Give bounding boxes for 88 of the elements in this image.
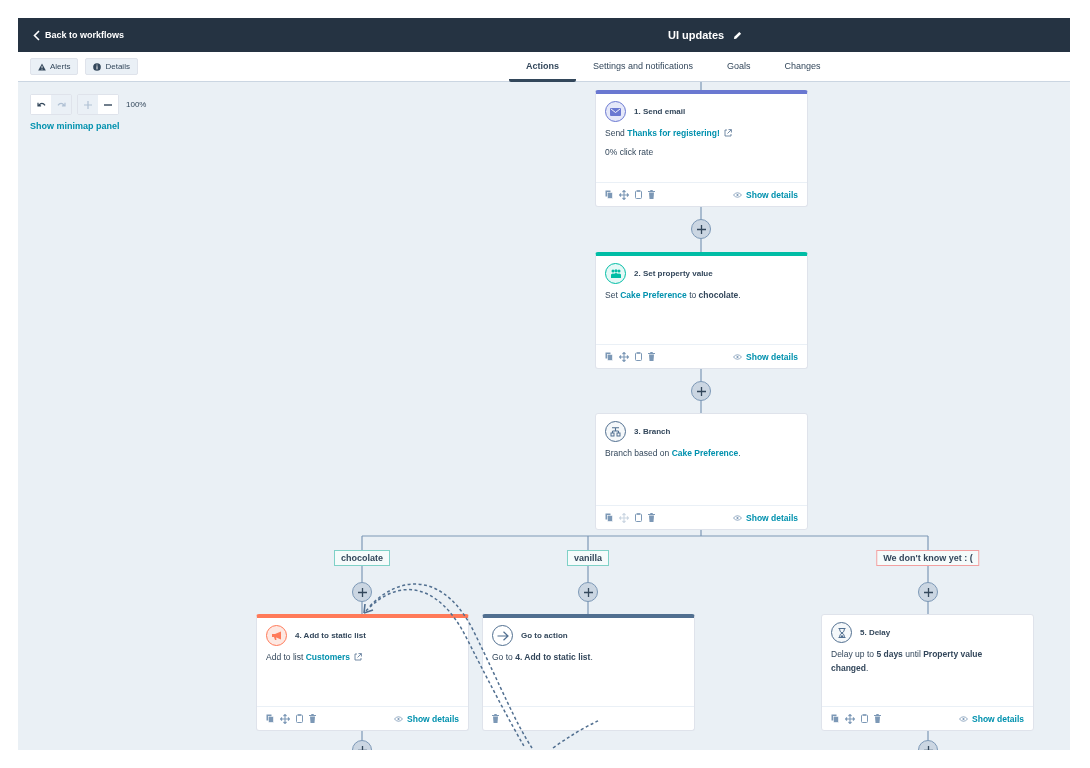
action-title: 1. Send email	[634, 107, 686, 116]
copy-icon[interactable]	[605, 352, 613, 361]
chevron-left-icon	[33, 29, 40, 41]
eye-icon	[394, 715, 404, 722]
eye-icon	[733, 353, 743, 360]
zoom-level: 100%	[126, 100, 147, 109]
plus-icon	[696, 386, 706, 396]
property-link[interactable]: Customers	[305, 652, 363, 662]
move-icon[interactable]	[619, 189, 629, 200]
action-description: Delay up to 5 days until Property value changed.	[831, 648, 984, 675]
action-description: Go to 4. Add to static list.	[492, 651, 594, 664]
add-step-button[interactable]	[352, 582, 372, 602]
alerts-button[interactable]: Alerts	[30, 58, 79, 75]
add-step-button[interactable]	[918, 582, 938, 602]
action-description: Branch based on Cake Preference.	[605, 447, 742, 460]
clipboard-icon[interactable]	[296, 714, 303, 723]
back-link[interactable]: Back to workflows	[33, 29, 125, 41]
copy-icon[interactable]	[605, 513, 613, 522]
plus-icon	[696, 224, 706, 234]
action-card[interactable]: 5. Delay Delay up to 5 days until Property value changed. Show details	[821, 614, 1034, 731]
action-title: 4. Add to static list	[295, 631, 366, 640]
action-title: 2. Set property value	[634, 269, 713, 278]
branch-label: chocolate	[334, 550, 390, 566]
move-icon[interactable]	[619, 351, 629, 362]
action-card[interactable]: 4. Add to static list Add to list Customers Show details	[256, 614, 469, 731]
property-link[interactable]: Thanks for registering!	[627, 128, 732, 138]
action-description: Add to list Customers	[266, 651, 432, 665]
clipboard-icon[interactable]	[635, 190, 642, 199]
plus-icon	[923, 587, 933, 597]
action-title: 5. Delay	[860, 628, 891, 637]
branch-icon	[605, 421, 626, 442]
action-description: Send Thanks for registering!	[605, 127, 771, 141]
action-description: 0% click rate	[605, 145, 655, 159]
tab[interactable]: Goals	[710, 52, 768, 82]
plus-icon	[84, 100, 92, 109]
show-details-link[interactable]: Show details	[733, 351, 798, 362]
copy-icon[interactable]	[605, 190, 613, 199]
external-link-icon	[354, 653, 363, 661]
plus-icon	[357, 587, 367, 597]
action-description: Set Cake Preference to chocolate.	[605, 289, 742, 302]
show-details-link[interactable]: Show details	[959, 713, 1024, 724]
copy-icon[interactable]	[831, 714, 839, 723]
delete-icon[interactable]	[648, 352, 655, 361]
undo-icon	[36, 101, 46, 108]
delete-icon[interactable]	[492, 714, 499, 723]
clipboard-icon[interactable]	[635, 513, 642, 522]
show-details-link[interactable]: Show details	[733, 512, 798, 523]
pencil-icon[interactable]	[733, 30, 743, 40]
details-button[interactable]: Details	[85, 58, 138, 75]
tab[interactable]: Settings and notifications	[575, 52, 710, 82]
plus-icon	[583, 587, 593, 597]
add-step-button[interactable]	[691, 219, 711, 239]
show-details-link[interactable]: Show details	[394, 713, 459, 724]
action-card[interactable]: 3. Branch Branch based on Cake Preference. Show details	[595, 413, 808, 530]
show-details-link[interactable]: Show details	[733, 189, 798, 200]
hourglass-icon	[831, 622, 852, 643]
copy-icon[interactable]	[266, 714, 274, 723]
external-link-icon	[723, 129, 732, 137]
workflow-title: UI updates	[668, 29, 725, 41]
clipboard-icon[interactable]	[861, 714, 868, 723]
action-title: 3. Branch	[634, 427, 671, 436]
delete-icon[interactable]	[309, 714, 316, 723]
action-card[interactable]: 2. Set property value Set Cake Preference to chocolate. Show details	[595, 252, 808, 369]
action-card[interactable]: Go to action Go to 4. Add to static list.	[482, 614, 695, 731]
tab[interactable]: Changes	[767, 52, 838, 82]
delete-icon[interactable]	[648, 513, 655, 522]
eye-icon	[733, 191, 743, 198]
dashed-connector	[552, 719, 601, 749]
people-icon	[605, 263, 626, 284]
move-icon[interactable]	[845, 713, 855, 724]
megaphone-icon	[266, 625, 287, 646]
envelope-icon	[605, 101, 626, 122]
add-step-button[interactable]	[691, 381, 711, 401]
action-title: Go to action	[521, 631, 568, 640]
add-step-button[interactable]	[578, 582, 598, 602]
info-icon	[93, 62, 102, 71]
property-link[interactable]: Cake Preference	[620, 290, 687, 300]
warning-icon	[38, 62, 46, 71]
action-card[interactable]: 1. Send email Send Thanks for registering! 0% click rate Show details	[595, 90, 808, 207]
delete-icon[interactable]	[648, 190, 655, 199]
move-icon[interactable]	[280, 713, 290, 724]
clipboard-icon[interactable]	[635, 352, 642, 361]
eye-icon	[959, 715, 969, 722]
branch-label: We don't know yet : (	[876, 550, 980, 566]
delete-icon[interactable]	[874, 714, 881, 723]
branch-label: vanilla	[567, 550, 609, 566]
eye-icon	[733, 514, 743, 521]
redo-icon	[56, 101, 66, 108]
